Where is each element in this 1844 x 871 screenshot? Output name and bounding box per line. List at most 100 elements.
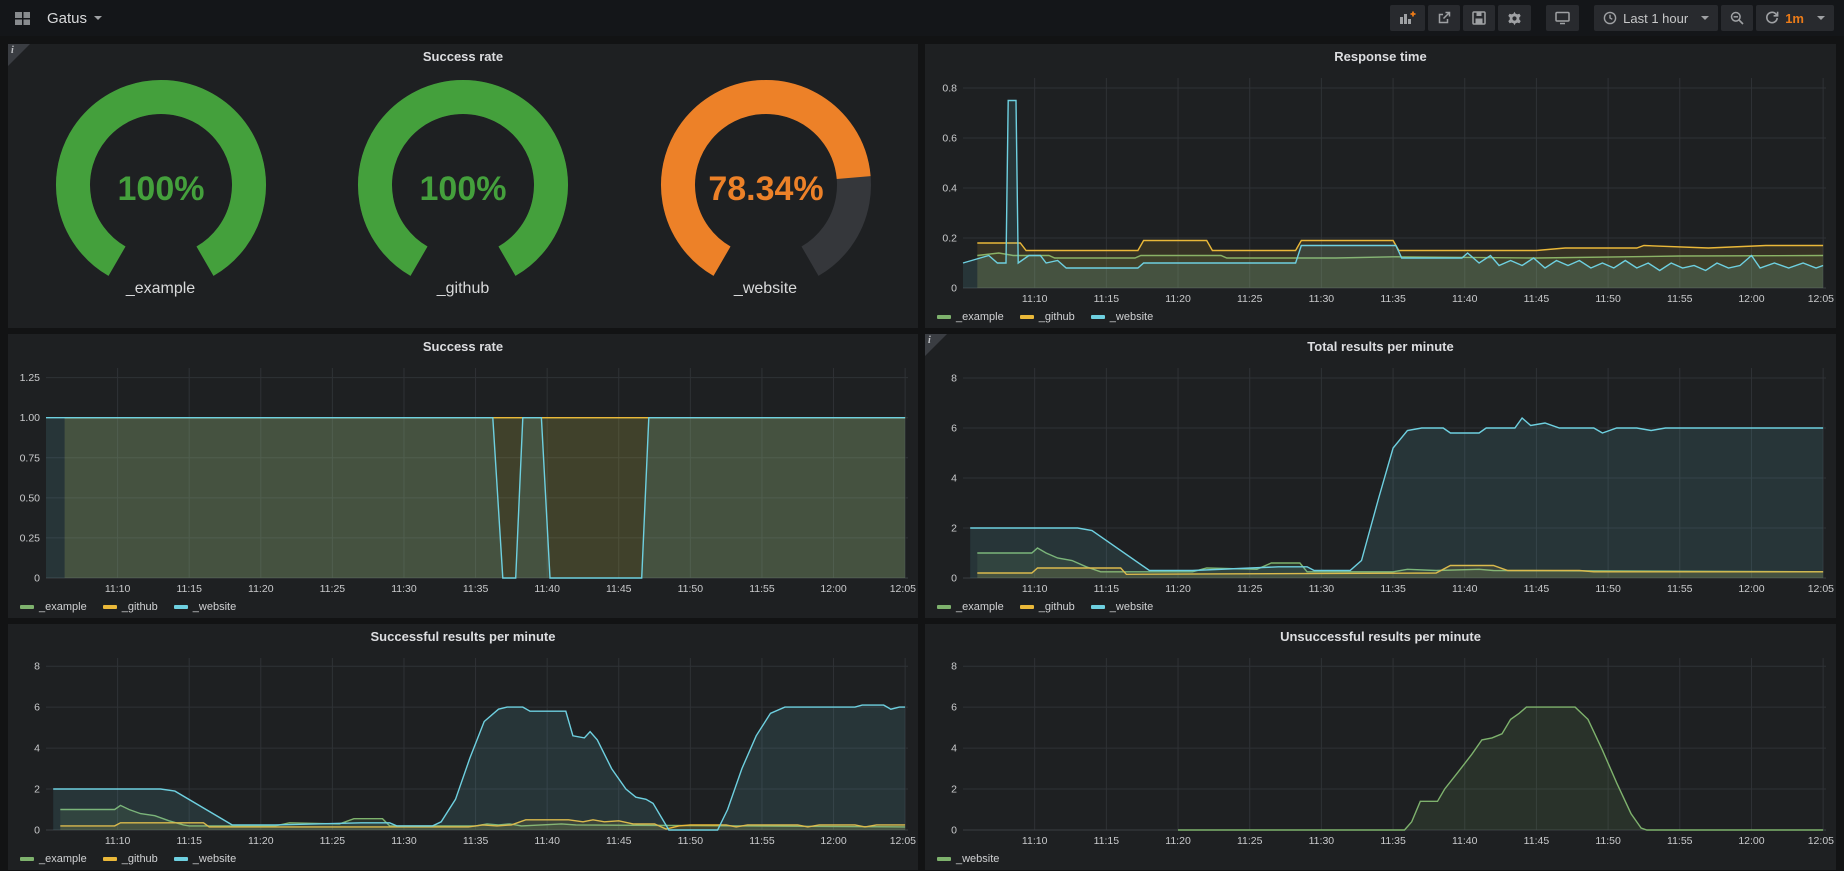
x-axis-tick-label: 11:30 bbox=[1309, 293, 1335, 305]
dashboards-menu-button[interactable] bbox=[12, 9, 33, 28]
panel-title[interactable]: Successful results per minute bbox=[8, 624, 918, 650]
x-axis-tick-label: 11:35 bbox=[463, 835, 489, 847]
dashboard-title-dropdown[interactable]: Gatus bbox=[47, 10, 102, 27]
x-axis-tick-label: 12:05 bbox=[1808, 835, 1834, 847]
gauge-arc: 78.34% bbox=[659, 78, 873, 278]
x-axis-tick-label: 12:05 bbox=[890, 835, 916, 847]
legend-label: _github bbox=[1039, 311, 1075, 323]
chevron-down-icon bbox=[94, 16, 102, 20]
y-axis-tick-label: 2 bbox=[34, 784, 40, 796]
panel-successful-results: Successful results per minute 11:10 11:15… bbox=[8, 624, 918, 870]
dashboard-grid: i Success rate 100% _example 100% _github 78… bbox=[0, 36, 1844, 871]
save-icon bbox=[1472, 11, 1486, 25]
y-axis-tick-label: 2 bbox=[951, 784, 957, 796]
panel-title[interactable]: Success rate bbox=[8, 44, 918, 70]
panel-info-icon[interactable]: i bbox=[925, 334, 947, 356]
add-panel-button[interactable] bbox=[1390, 5, 1425, 31]
panel-title[interactable]: Success rate bbox=[8, 334, 918, 360]
x-axis-tick-label: 11:40 bbox=[1452, 583, 1478, 595]
x-axis-tick-label: 12:00 bbox=[1738, 835, 1764, 847]
panel-title[interactable]: Response time bbox=[925, 44, 1836, 70]
legend-item-_github[interactable]: _github bbox=[1020, 311, 1075, 323]
x-axis-tick-label: 11:50 bbox=[678, 835, 704, 847]
x-axis-tick-label: 11:55 bbox=[749, 835, 775, 847]
settings-button[interactable] bbox=[1498, 5, 1531, 31]
response-time-chart[interactable]: 11:1011:1511:2011:2511:3011:3511:4011:45… bbox=[925, 70, 1836, 306]
legend-item-_website[interactable]: _website bbox=[1091, 601, 1153, 613]
share-icon bbox=[1437, 11, 1451, 25]
legend-swatch bbox=[937, 315, 951, 319]
x-axis-tick-label: 11:10 bbox=[105, 835, 131, 847]
total-results-chart[interactable]: 11:1011:1511:2011:2511:3011:3511:4011:45… bbox=[925, 360, 1836, 596]
legend-swatch bbox=[1091, 605, 1105, 609]
tv-mode-button[interactable] bbox=[1546, 5, 1579, 31]
legend-item-_website[interactable]: _website bbox=[174, 601, 236, 613]
x-axis-tick-label: 11:50 bbox=[678, 583, 704, 595]
y-axis-tick-label: 6 bbox=[951, 702, 957, 714]
save-dashboard-button[interactable] bbox=[1463, 5, 1495, 31]
panel-response-time: Response time 11:1011:1511:2011:2511:301… bbox=[925, 44, 1836, 328]
chart-legend: _example _github _website bbox=[8, 596, 918, 618]
legend-swatch bbox=[1020, 315, 1034, 319]
y-axis-tick-label: 0.4 bbox=[942, 183, 957, 195]
legend-item-_github[interactable]: _github bbox=[103, 601, 158, 613]
x-axis-tick-label: 11:10 bbox=[1022, 583, 1048, 595]
time-range-picker[interactable]: Last 1 hour bbox=[1594, 5, 1718, 31]
legend-label: _website bbox=[193, 853, 236, 865]
x-axis-tick-label: 11:30 bbox=[1309, 835, 1335, 847]
legend-label: _website bbox=[956, 853, 999, 865]
gauge-arc: 100% bbox=[54, 78, 268, 278]
legend-item-_example[interactable]: _example bbox=[20, 601, 87, 613]
x-axis-tick-label: 11:15 bbox=[176, 835, 202, 847]
panel-total-results: i Total results per minute 11:10 11:15 11:… bbox=[925, 334, 1836, 618]
unsuccessful-results-chart[interactable]: 11:1011:1511:2011:2511:3011:3511:4011:45… bbox=[925, 650, 1836, 848]
y-axis-tick-label: 0 bbox=[34, 573, 40, 585]
y-axis-tick-label: 0.2 bbox=[942, 233, 957, 245]
legend-item-_website[interactable]: _website bbox=[1091, 311, 1153, 323]
x-axis-tick-label: 11:25 bbox=[1237, 293, 1263, 305]
legend-swatch bbox=[20, 857, 34, 861]
panel-title[interactable]: Unsuccessful results per minute bbox=[925, 624, 1836, 650]
x-axis-tick-label: 11:35 bbox=[463, 583, 489, 595]
panel-title[interactable]: Total results per minute bbox=[925, 334, 1836, 360]
x-axis-tick-label: 11:15 bbox=[1094, 583, 1120, 595]
gauge-label: _example bbox=[126, 280, 195, 298]
y-axis-tick-label: 0.25 bbox=[20, 532, 41, 544]
chart-legend: _website bbox=[925, 848, 1836, 870]
legend-label: _website bbox=[1110, 601, 1153, 613]
grid-icon bbox=[14, 11, 31, 26]
legend-item-_github[interactable]: _github bbox=[103, 853, 158, 865]
y-axis-tick-label: 0 bbox=[34, 825, 40, 837]
y-axis-tick-label: 0 bbox=[951, 283, 957, 295]
time-range-label: Last 1 hour bbox=[1623, 11, 1688, 26]
gauge-value: 78.34% bbox=[708, 170, 823, 208]
x-axis-tick-label: 11:30 bbox=[391, 835, 417, 847]
legend-item-_example[interactable]: _example bbox=[937, 601, 1004, 613]
panel-success-rate-gauges: i Success rate 100%_example100%_github78… bbox=[8, 44, 918, 328]
refresh-button[interactable]: 1m bbox=[1756, 5, 1834, 31]
legend-swatch bbox=[937, 605, 951, 609]
x-axis-tick-label: 11:15 bbox=[1094, 835, 1120, 847]
share-dashboard-button[interactable] bbox=[1428, 5, 1460, 31]
legend-item-_example[interactable]: _example bbox=[20, 853, 87, 865]
successful-results-chart[interactable]: 11:1011:1511:2011:2511:3011:3511:4011:45… bbox=[8, 650, 918, 848]
x-axis-tick-label: 11:55 bbox=[1667, 583, 1693, 595]
y-axis-tick-label: 1.00 bbox=[20, 412, 41, 424]
x-axis-tick-label: 11:15 bbox=[1094, 293, 1120, 305]
clock-icon bbox=[1603, 11, 1617, 25]
x-axis-tick-label: 11:20 bbox=[1165, 583, 1191, 595]
panel-info-icon[interactable]: i bbox=[8, 44, 30, 66]
y-axis-tick-label: 0.50 bbox=[20, 492, 41, 504]
gauge-arc: 100% bbox=[356, 78, 570, 278]
x-axis-tick-label: 11:45 bbox=[1524, 583, 1550, 595]
zoom-out-button[interactable] bbox=[1721, 5, 1753, 31]
legend-item-_example[interactable]: _example bbox=[937, 311, 1004, 323]
legend-label: _example bbox=[956, 601, 1004, 613]
success-rate-chart[interactable]: 11:1011:1511:2011:2511:3011:3511:4011:45… bbox=[8, 360, 918, 596]
y-axis-tick-label: 0.8 bbox=[942, 83, 957, 95]
chart-legend: _example _github _website bbox=[925, 306, 1836, 328]
legend-item-_github[interactable]: _github bbox=[1020, 601, 1075, 613]
legend-item-_website[interactable]: _website bbox=[937, 853, 999, 865]
legend-item-_website[interactable]: _website bbox=[174, 853, 236, 865]
x-axis-tick-label: 11:25 bbox=[1237, 835, 1263, 847]
